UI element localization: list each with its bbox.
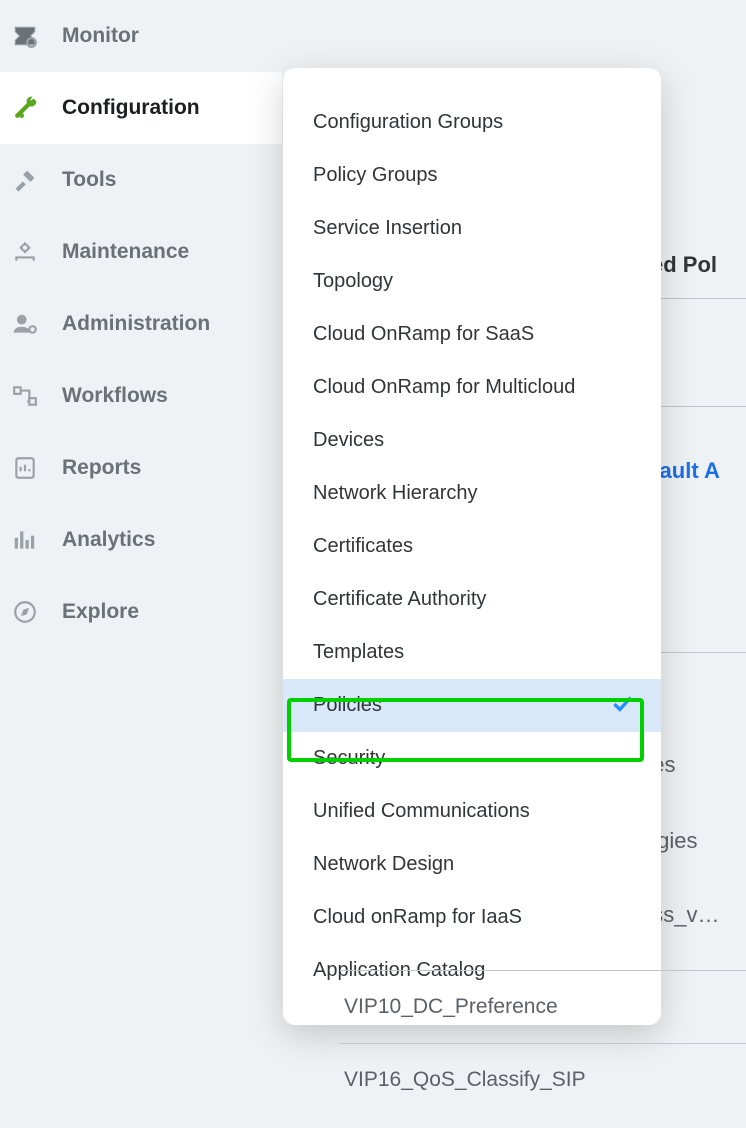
monitor-icon [12,23,38,49]
sidebar-item-explore[interactable]: Explore [0,576,282,648]
dropdown-item-label: Configuration Groups [313,111,503,134]
configuration-dropdown: Configuration Groups Policy Groups Servi… [283,68,661,1025]
policy-list: VIP10_DC_Preference VIP16_QoS_Classify_S… [340,970,746,1116]
dropdown-item-label: Certificates [313,535,413,558]
gear-icon [12,239,38,265]
sidebar-item-tools[interactable]: Tools [0,144,282,216]
dropdown-item-label: Cloud onRamp for IaaS [313,906,522,929]
sidebar-item-label: Tools [62,168,116,192]
dropdown-item-label: Devices [313,429,384,452]
dropdown-item-configuration-groups[interactable]: Configuration Groups [283,96,661,149]
dropdown-item-label: Templates [313,641,404,664]
dropdown-item-label: Security [313,747,385,770]
dropdown-item-label: Cloud OnRamp for SaaS [313,323,534,346]
sidebar-item-label: Maintenance [62,240,189,264]
dropdown-item-policies[interactable]: Policies [283,679,661,732]
dropdown-item-policy-groups[interactable]: Policy Groups [283,149,661,202]
sidebar-item-configuration[interactable]: Configuration [0,72,282,144]
tools-icon [12,167,38,193]
dropdown-item-label: Unified Communications [313,800,530,823]
reports-icon [12,455,38,481]
analytics-icon [12,527,38,553]
dropdown-item-topology[interactable]: Topology [283,255,661,308]
dropdown-item-label: Certificate Authority [313,588,486,611]
sidebar-item-administration[interactable]: Administration [0,288,282,360]
dropdown-item-label: Network Hierarchy [313,482,477,505]
dropdown-item-security[interactable]: Security [283,732,661,785]
policy-name: VIP10_DC_Preference [344,995,558,1019]
sidebar-item-monitor[interactable]: Monitor [0,0,282,72]
sidebar-item-maintenance[interactable]: Maintenance [0,216,282,288]
dropdown-item-cloud-onramp-iaas[interactable]: Cloud onRamp for IaaS [283,891,661,944]
dropdown-item-certificates[interactable]: Certificates [283,520,661,573]
dropdown-item-service-insertion[interactable]: Service Insertion [283,202,661,255]
workflow-icon [12,383,38,409]
sidebar-item-label: Explore [62,600,139,624]
dropdown-item-network-hierarchy[interactable]: Network Hierarchy [283,467,661,520]
dropdown-item-label: Policies [313,694,382,717]
dropdown-item-label: Topology [313,270,393,293]
sidebar-item-workflows[interactable]: Workflows [0,360,282,432]
sidebar-item-label: Configuration [62,96,200,120]
sidebar-item-label: Monitor [62,24,139,48]
compass-icon [12,599,38,625]
policy-row[interactable]: VIP16_QoS_Classify_SIP [340,1043,746,1116]
dropdown-item-templates[interactable]: Templates [283,626,661,679]
policy-row[interactable]: VIP10_DC_Preference [340,970,746,1043]
check-icon [609,690,635,722]
sidebar-item-label: Reports [62,456,141,480]
sidebar-item-label: Analytics [62,528,155,552]
dropdown-item-devices[interactable]: Devices [283,414,661,467]
user-gear-icon [12,311,38,337]
dropdown-item-label: Cloud OnRamp for Multicloud [313,376,575,399]
sidebar-item-label: Workflows [62,384,168,408]
dropdown-item-certificate-authority[interactable]: Certificate Authority [283,573,661,626]
dropdown-item-unified-communications[interactable]: Unified Communications [283,785,661,838]
wrench-icon [12,95,38,121]
sidebar: Monitor Configuration Tools Maintenance … [0,0,282,1128]
dropdown-item-cloud-onramp-multicloud[interactable]: Cloud OnRamp for Multicloud [283,361,661,414]
dropdown-item-network-design[interactable]: Network Design [283,838,661,891]
dropdown-item-cloud-onramp-saas[interactable]: Cloud OnRamp for SaaS [283,308,661,361]
sidebar-item-analytics[interactable]: Analytics [0,504,282,576]
dropdown-item-label: Policy Groups [313,164,438,187]
dropdown-item-label: Network Design [313,853,454,876]
sidebar-item-reports[interactable]: Reports [0,432,282,504]
sidebar-item-label: Administration [62,312,210,336]
dropdown-item-label: Service Insertion [313,217,462,240]
policy-name: VIP16_QoS_Classify_SIP [344,1068,586,1092]
